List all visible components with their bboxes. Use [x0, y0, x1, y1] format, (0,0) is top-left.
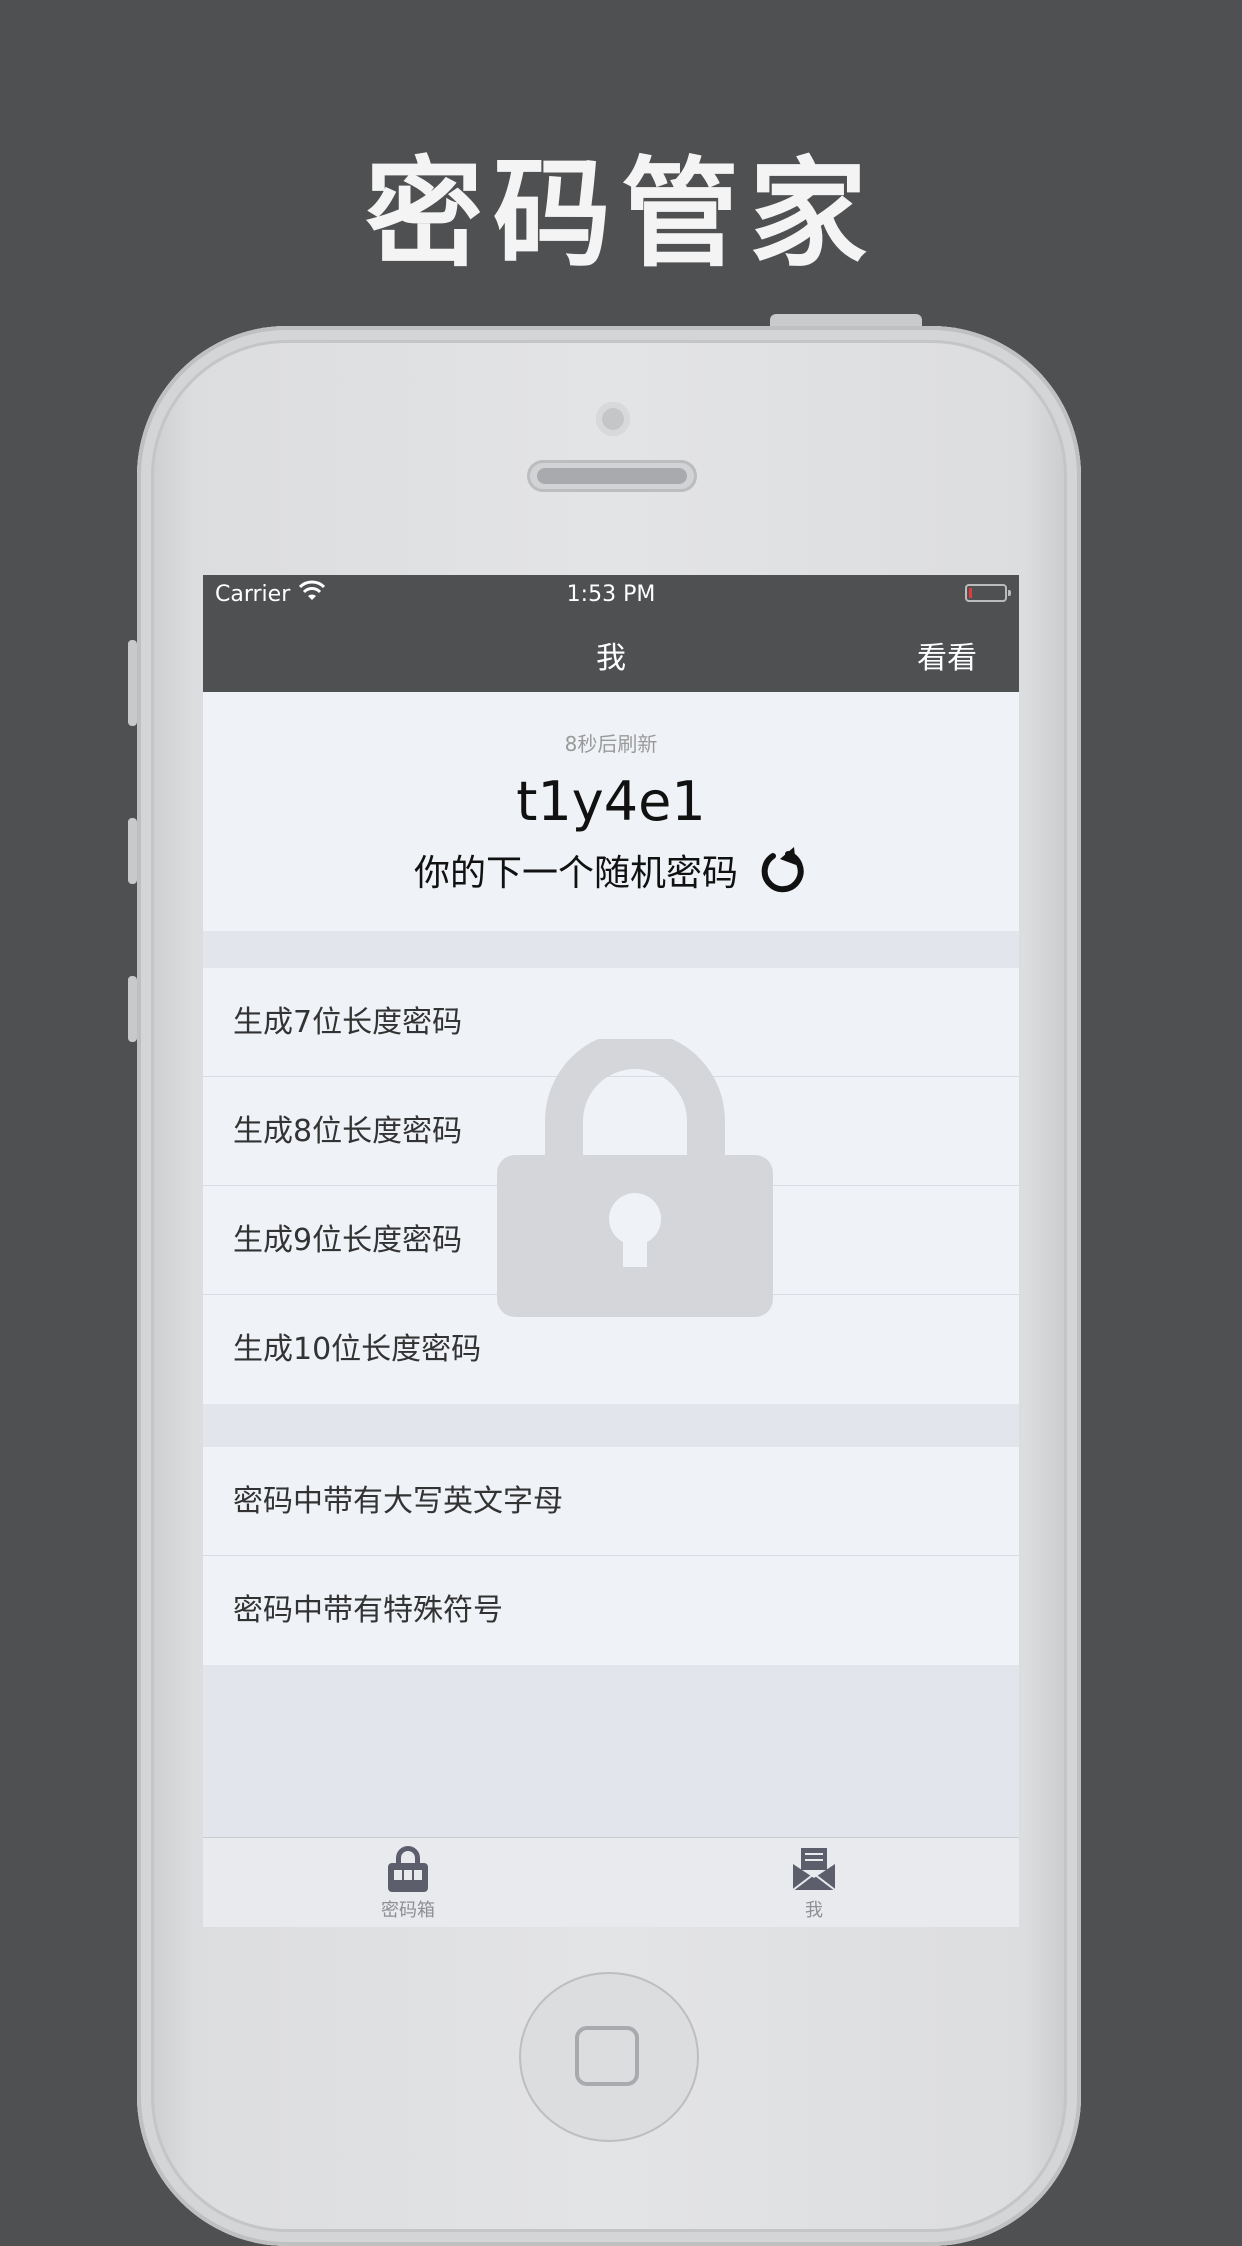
- uppercase-option[interactable]: 密码中带有大写英文字母: [203, 1447, 1019, 1556]
- promo-title: 密码管家: [364, 145, 877, 283]
- phone-volume-down: [128, 976, 137, 1042]
- tab-password-box[interactable]: 密码箱: [338, 1846, 478, 1922]
- password-header: 8秒后刷新 t1y4e1 你的下一个随机密码: [203, 692, 1019, 931]
- generated-password: t1y4e1: [516, 770, 706, 833]
- tab-label-me: 我: [805, 1900, 823, 1921]
- phone-mute-switch: [128, 640, 137, 726]
- tab-me[interactable]: 我: [744, 1846, 884, 1922]
- envelope-icon: [744, 1846, 884, 1892]
- status-time: 1:53 PM: [566, 582, 656, 607]
- password-subtitle: 你的下一个随机密码: [203, 844, 1019, 906]
- battery-icon: [965, 584, 1011, 602]
- character-options-group: 密码中带有大写英文字母 密码中带有特殊符号: [203, 1447, 1019, 1665]
- padlock-watermark-icon: [497, 1031, 773, 1321]
- special-symbol-option[interactable]: 密码中带有特殊符号: [203, 1556, 1019, 1665]
- earpiece-speaker: [527, 460, 697, 492]
- nav-look-button[interactable]: 看看: [917, 633, 977, 677]
- phone-volume-up: [128, 818, 137, 884]
- refresh-countdown: 8秒后刷新: [564, 732, 658, 756]
- refresh-icon[interactable]: [756, 845, 808, 906]
- password-subtitle-text: 你的下一个随机密码: [413, 853, 738, 894]
- padlock-icon: [338, 1846, 478, 1892]
- tab-bar: 密码箱 我: [203, 1837, 1019, 1927]
- navigation-bar: 我 看看: [203, 613, 1019, 692]
- nav-title: 我: [596, 641, 626, 676]
- app-screen: Carrier 1:53 PM 我 看看 8秒后刷新 t1y4e1 你的下一个随…: [203, 575, 1019, 1927]
- front-camera: [596, 402, 630, 436]
- status-bar: Carrier 1:53 PM: [203, 575, 1019, 613]
- home-button-square-icon: [575, 2026, 639, 2086]
- home-button[interactable]: [519, 1972, 699, 2142]
- tab-label-password-box: 密码箱: [381, 1900, 435, 1921]
